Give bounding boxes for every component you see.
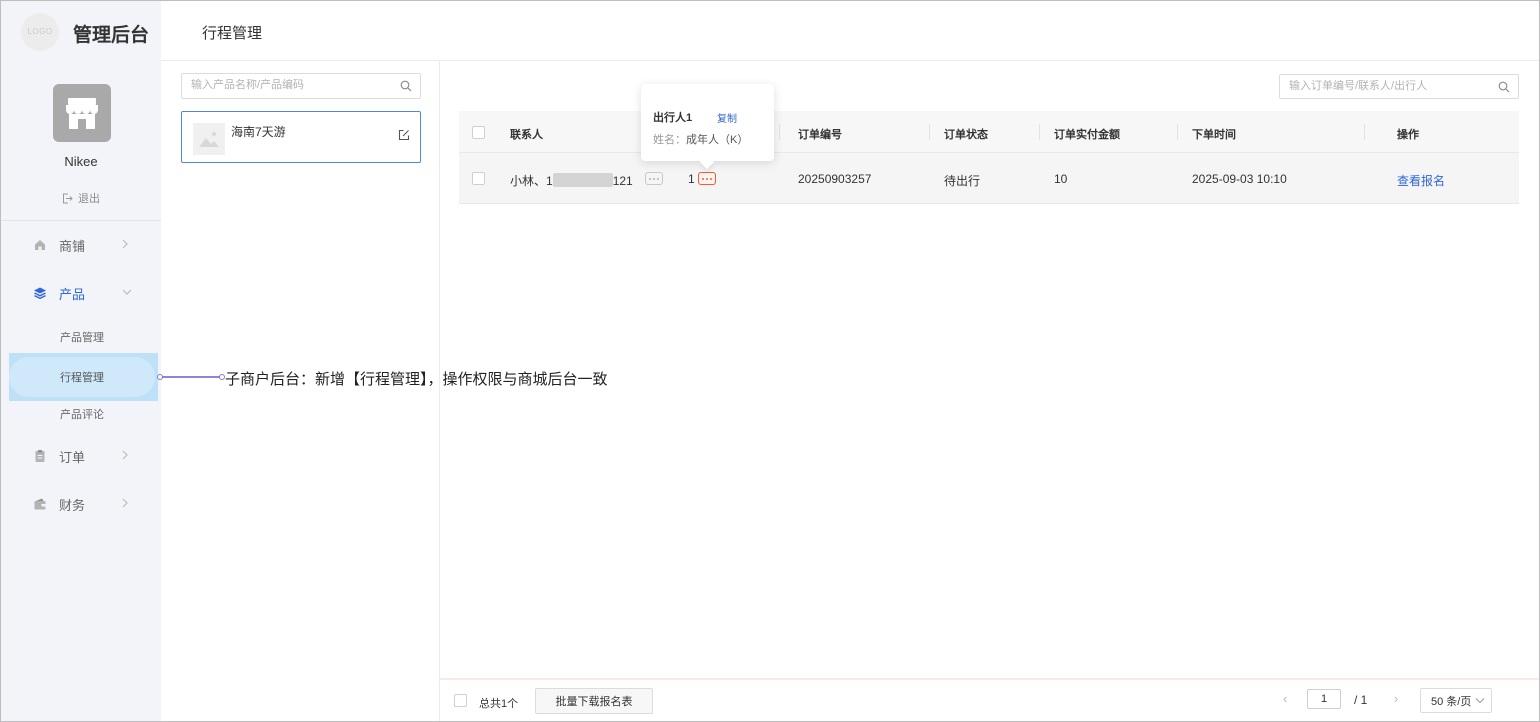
wallet-icon (34, 498, 46, 510)
annotation-dot-start (157, 374, 163, 380)
sidebar-item-label: 产品 (59, 286, 86, 302)
page-size-select[interactable]: 50 条/页 (1420, 688, 1492, 713)
footer-select-all-checkbox[interactable] (454, 694, 467, 707)
col-divider (1039, 124, 1040, 140)
time-cell: 2025-09-03 10:10 (1192, 172, 1287, 186)
chevron-right-icon (122, 239, 128, 249)
avatar[interactable] (53, 84, 111, 142)
table-footer: 总共1个 批量下载报名表 ‹ / 1 › 50 条/页 (440, 680, 1539, 721)
page-size-value: 50 条/页 (1431, 695, 1472, 708)
contact-suffix: 121 (612, 174, 633, 188)
product-search-input[interactable] (191, 79, 391, 91)
chevron-down-icon (1476, 698, 1485, 704)
logout-label: 退出 (78, 193, 100, 205)
contact-cell: 小林、1 121 (510, 172, 633, 189)
masked-phone (552, 173, 613, 187)
search-icon[interactable] (400, 80, 412, 92)
sidebar-divider (1, 220, 161, 221)
search-icon[interactable] (1498, 81, 1510, 93)
page-number-input[interactable] (1307, 689, 1341, 709)
popover-title: 出行人1 (653, 112, 693, 124)
col-order-no: 订单编号 (798, 129, 842, 141)
col-time: 下单时间 (1192, 129, 1236, 141)
contact-prefix: 小林、1 (510, 174, 553, 188)
traveler-more-button[interactable] (698, 172, 716, 185)
logo: LOGO (21, 13, 59, 51)
clipboard-icon (35, 450, 45, 462)
name-key: 姓名： (653, 134, 686, 146)
sidebar-item-product[interactable]: 产品 (33, 283, 143, 303)
view-registration-link[interactable]: 查看报名 (1397, 172, 1445, 189)
batch-download-button[interactable]: 批量下载报名表 (535, 688, 653, 714)
name-value: 成年人（K） (686, 134, 749, 146)
product-card[interactable]: 海南7天游 (181, 111, 421, 163)
top-header: LOGO 管理后台 行程管理 (1, 1, 1539, 61)
home-icon (35, 240, 45, 250)
prev-page-icon[interactable]: ‹ (1283, 691, 1287, 706)
chevron-right-icon (122, 498, 128, 508)
product-name: 海南7天游 (231, 125, 286, 139)
table-row: 小林、1 121 1 20250903257 待出行 10 2025-09-03 … (459, 153, 1519, 204)
sidebar: Nikee 退出 商铺 产品 产品管理 行程管理 产品评论 订单 财务 (1, 61, 161, 721)
col-divider (1364, 124, 1365, 140)
traveler-popover: 出行人1 复制 姓名：成年人（K） (641, 84, 774, 161)
popover-name-line: 姓名：成年人（K） (653, 131, 748, 147)
copy-button[interactable]: 复制 (717, 110, 737, 125)
page-total: / 1 (1354, 693, 1368, 707)
product-search-box[interactable] (181, 73, 421, 99)
layers-icon (34, 287, 46, 300)
sidebar-sub-label: 行程管理 (60, 372, 104, 384)
select-all-checkbox[interactable] (472, 126, 485, 139)
col-divider (929, 124, 930, 140)
product-thumbnail (193, 123, 225, 155)
app-frame: LOGO 管理后台 行程管理 Nikee 退出 商铺 产品 产品管理 行程管理 … (0, 0, 1540, 722)
sidebar-item-finance[interactable]: 财务 (33, 494, 143, 514)
chevron-down-icon (122, 289, 132, 295)
image-placeholder-icon (199, 132, 219, 147)
sidebar-sub-product-review[interactable]: 产品评论 (60, 406, 104, 422)
total-count: 总共1个 (479, 698, 519, 710)
traveler-count: 1 (688, 172, 695, 186)
sidebar-sub-product-manage[interactable]: 产品管理 (60, 329, 104, 345)
sidebar-item-label: 财务 (59, 497, 86, 513)
logout-icon (63, 193, 73, 203)
next-page-icon[interactable]: › (1394, 691, 1398, 706)
sidebar-item-label: 商铺 (59, 238, 86, 254)
sidebar-item-label: 订单 (59, 449, 86, 465)
sidebar-item-shop[interactable]: 商铺 (33, 235, 143, 255)
col-status: 订单状态 (944, 129, 988, 141)
annotation-text: 子商户后台：新增【行程管理】，操作权限与商城后台一致 (225, 371, 608, 388)
row-checkbox[interactable] (472, 172, 485, 185)
chevron-right-icon (122, 450, 128, 460)
logout-link[interactable]: 退出 (62, 190, 100, 206)
order-no-cell: 20250903257 (798, 172, 872, 186)
annotation-connector (159, 376, 223, 378)
shop-icon (66, 98, 98, 129)
order-search-box[interactable] (1279, 74, 1519, 99)
table-header: 联系人 订单编号 订单状态 订单实付金额 下单时间 操作 (459, 111, 1519, 153)
edit-icon[interactable] (398, 129, 410, 141)
order-search-input[interactable] (1289, 80, 1489, 92)
brand-title: 管理后台 (73, 25, 150, 46)
username: Nikee (64, 154, 98, 169)
product-panel: 海南7天游 (161, 61, 440, 721)
sidebar-item-order[interactable]: 订单 (33, 446, 143, 466)
col-divider (1177, 124, 1178, 140)
page-title: 行程管理 (202, 25, 263, 42)
contact-more-button[interactable] (645, 172, 663, 185)
amount-cell: 10 (1054, 172, 1068, 186)
col-amount: 订单实付金额 (1054, 129, 1120, 141)
sidebar-sub-itinerary-manage[interactable]: 行程管理 (9, 353, 158, 401)
col-divider (779, 124, 780, 140)
col-contact: 联系人 (510, 129, 543, 141)
brand-area: LOGO 管理后台 (1, 1, 161, 61)
col-action: 操作 (1397, 129, 1419, 141)
status-cell: 待出行 (944, 174, 981, 188)
